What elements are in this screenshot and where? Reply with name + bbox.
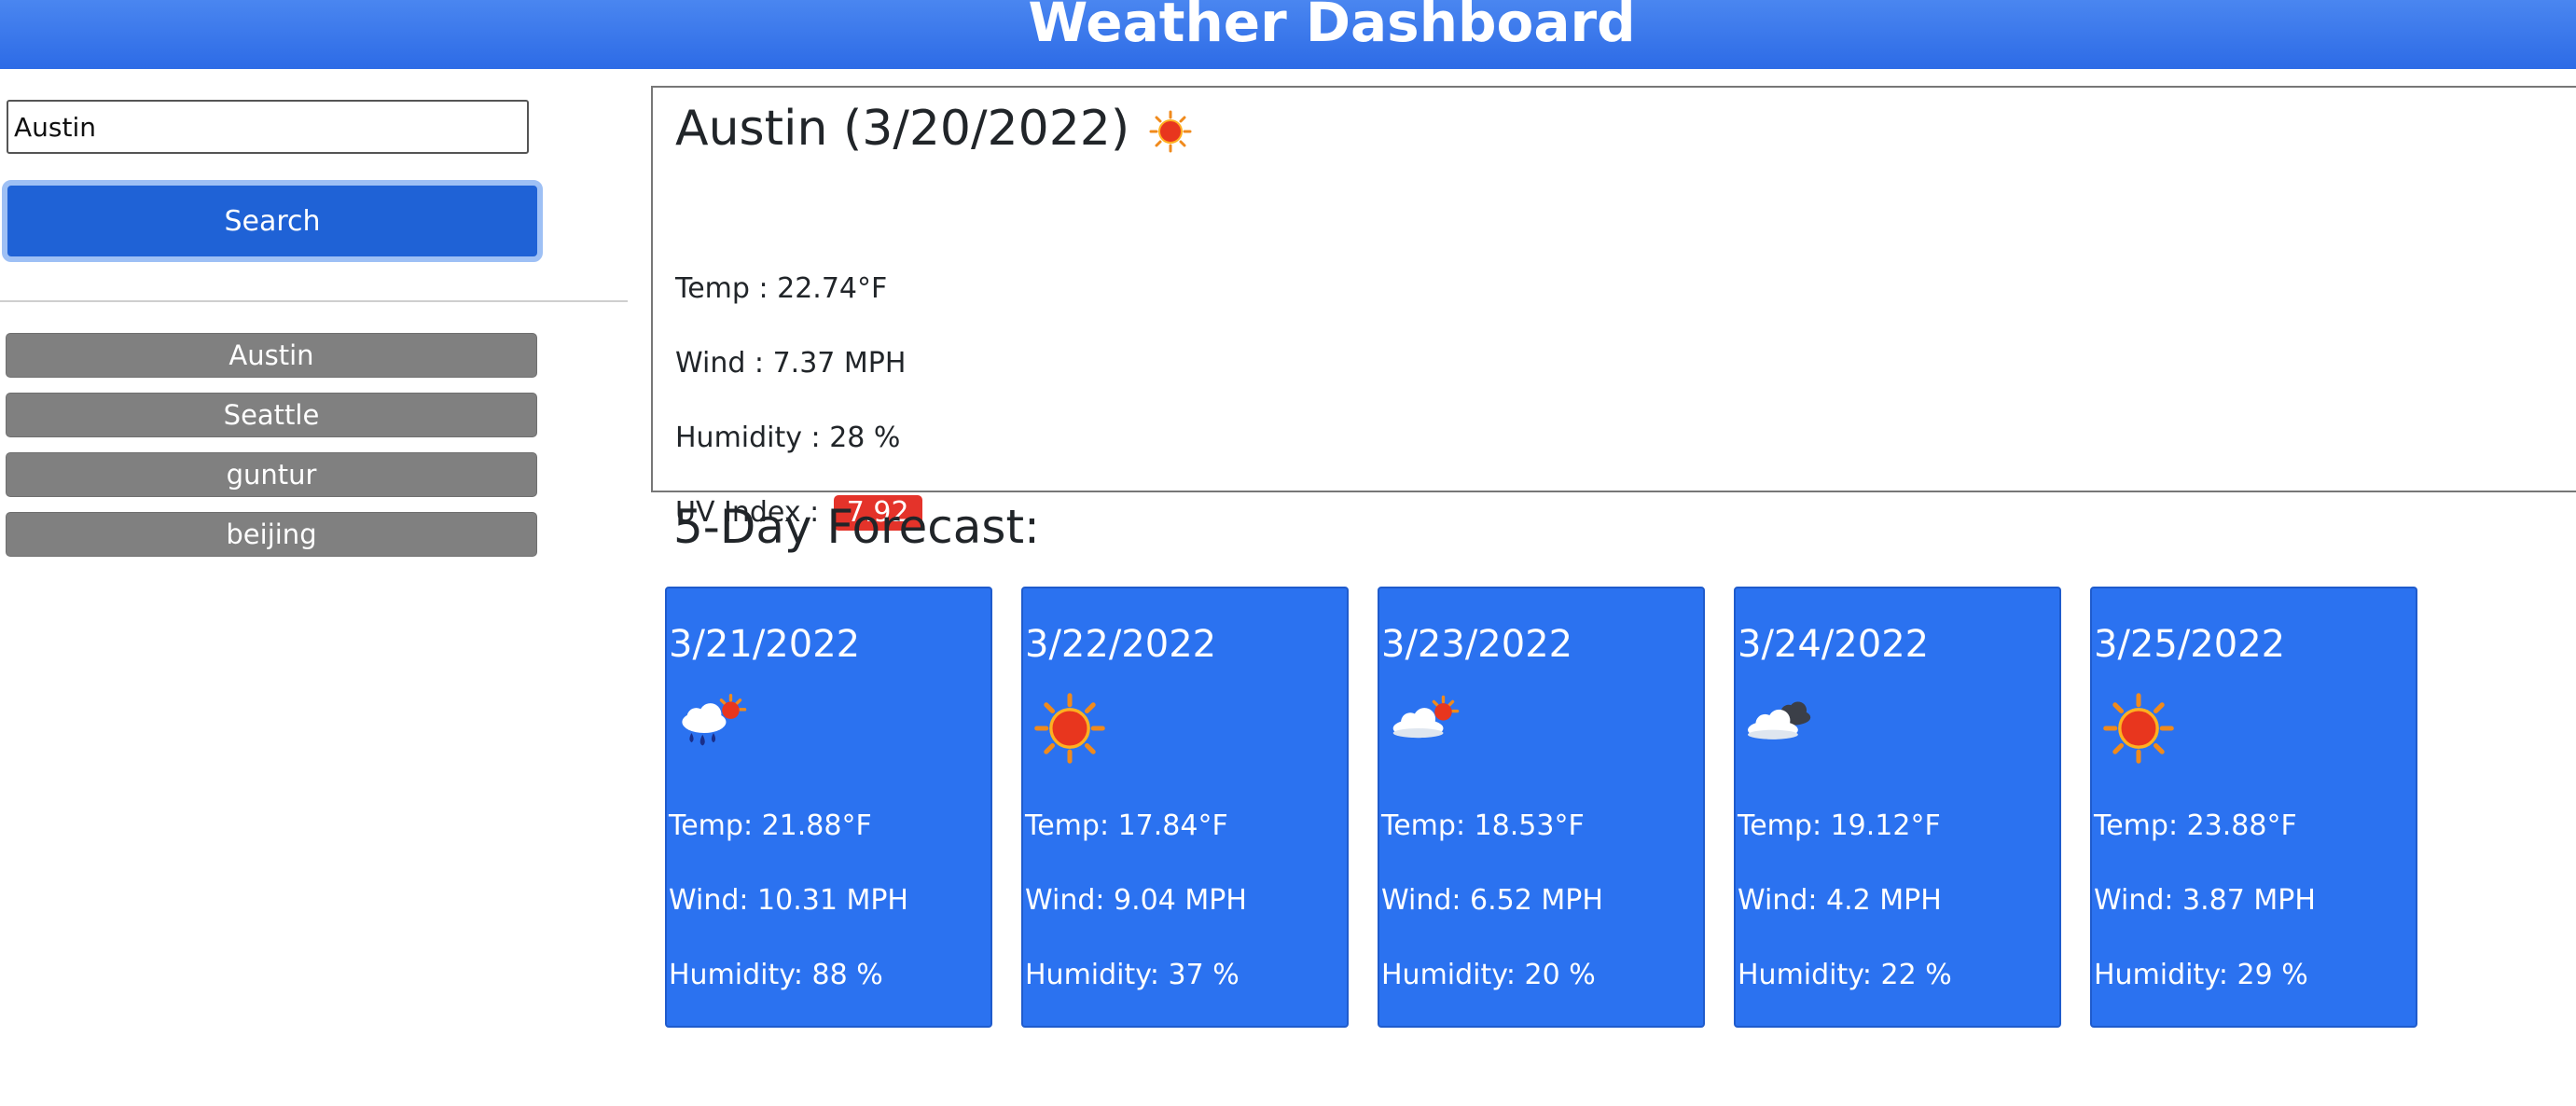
current-temp: Temp : 22.74°F bbox=[675, 272, 888, 305]
forecast-date: 3/25/2022 bbox=[2094, 623, 2286, 666]
forecast-temp: Temp: 18.53°F bbox=[1381, 809, 1585, 842]
search-history-list: Austin Seattle guntur beijing bbox=[6, 333, 537, 572]
forecast-temp: Temp: 17.84°F bbox=[1025, 809, 1228, 842]
sidebar-divider bbox=[0, 300, 628, 302]
cloudy-icon bbox=[1743, 689, 1821, 767]
forecast-date: 3/21/2022 bbox=[669, 623, 861, 666]
city-search-input[interactable] bbox=[7, 100, 529, 154]
forecast-date: 3/23/2022 bbox=[1381, 623, 1573, 666]
search-button[interactable]: Search bbox=[2, 180, 543, 262]
current-weather-card: Austin (3/20/2022) Temp : 22.74°F Wind :… bbox=[651, 86, 2576, 531]
history-item-seattle[interactable]: Seattle bbox=[6, 393, 537, 437]
forecast-wind: Wind: 4.2 MPH bbox=[1738, 884, 1942, 917]
forecast-card: 3/22/2022 Temp: 17.84°F Wind: 9.04 MPH H… bbox=[1021, 587, 1349, 1028]
history-item-guntur[interactable]: guntur bbox=[6, 452, 537, 497]
forecast-wind: Wind: 6.52 MPH bbox=[1381, 884, 1603, 917]
cloud-sun-icon bbox=[1387, 689, 1465, 767]
forecast-humidity: Humidity: 88 % bbox=[669, 959, 883, 991]
current-city-title: Austin (3/20/2022) bbox=[675, 101, 1130, 157]
forecast-date: 3/24/2022 bbox=[1738, 623, 1930, 666]
forecast-heading: 5-Day Forecast: bbox=[673, 500, 1040, 554]
forecast-temp: Temp: 21.88°F bbox=[669, 809, 872, 842]
forecast-humidity: Humidity: 20 % bbox=[1381, 959, 1596, 991]
forecast-humidity: Humidity: 37 % bbox=[1025, 959, 1240, 991]
forecast-humidity: Humidity: 22 % bbox=[1738, 959, 1952, 991]
forecast-card: 3/23/2022 Temp: 18.53°F Wind: 6.52 MPH H… bbox=[1378, 587, 1705, 1028]
history-item-beijing[interactable]: beijing bbox=[6, 512, 537, 557]
forecast-card: 3/24/2022 Temp: 19.12°F Wind: 4.2 MPH Hu… bbox=[1734, 587, 2061, 1028]
sun-icon bbox=[2099, 689, 2178, 767]
forecast-wind: Wind: 3.87 MPH bbox=[2094, 884, 2316, 917]
forecast-date: 3/22/2022 bbox=[1025, 623, 1217, 666]
history-item-austin[interactable]: Austin bbox=[6, 333, 537, 378]
forecast-temp: Temp: 19.12°F bbox=[1738, 809, 1941, 842]
rain-sun-icon bbox=[674, 689, 753, 767]
sun-icon bbox=[1147, 108, 1194, 155]
app-title: Weather Dashboard bbox=[1028, 0, 1636, 54]
forecast-wind: Wind: 10.31 MPH bbox=[669, 884, 908, 917]
forecast-humidity: Humidity: 29 % bbox=[2094, 959, 2308, 991]
forecast-temp: Temp: 23.88°F bbox=[2094, 809, 2297, 842]
forecast-card: 3/21/2022 Temp: 21.88°F Wind: 10.31 MPH … bbox=[665, 587, 992, 1028]
current-wind: Wind : 7.37 MPH bbox=[675, 347, 907, 380]
app-header: Weather Dashboard bbox=[0, 0, 2576, 69]
sun-icon bbox=[1031, 689, 1109, 767]
forecast-card: 3/25/2022 Temp: 23.88°F Wind: 3.87 MPH H… bbox=[2090, 587, 2417, 1028]
current-humidity: Humidity : 28 % bbox=[675, 422, 901, 454]
forecast-wind: Wind: 9.04 MPH bbox=[1025, 884, 1247, 917]
